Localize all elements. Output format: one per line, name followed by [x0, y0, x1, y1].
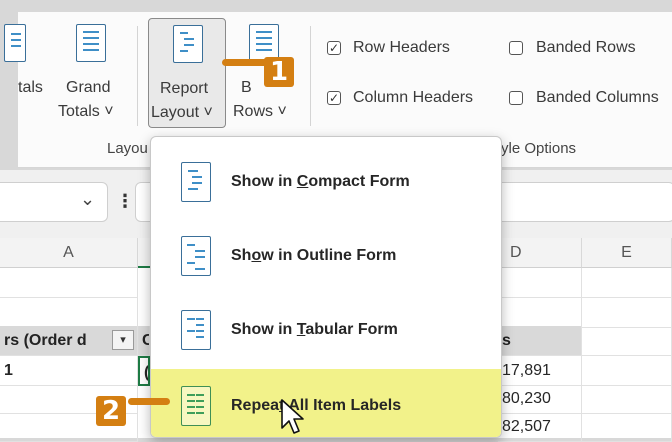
ribbon-separator: [310, 26, 311, 126]
repeat-labels-icon: [181, 386, 211, 426]
grid-cell[interactable]: [582, 298, 672, 328]
banded-columns-label: Banded Columns: [536, 89, 659, 106]
column-headers-label: Column Headers: [353, 89, 474, 106]
pivot-header-cell[interactable]: C: [138, 326, 150, 356]
menu-item-compact-form[interactable]: Show in Compact Form: [151, 145, 501, 219]
name-box[interactable]: ⌄: [0, 182, 108, 222]
grand-totals-label-1: Grand: [66, 79, 111, 96]
pivot-row-header-label: rs (Order d: [4, 332, 87, 349]
blank-rows-label-2: Rows ˅: [233, 103, 287, 120]
grid-cell[interactable]: [582, 268, 672, 298]
grid-cell[interactable]: [498, 268, 582, 298]
callout-arrow-2: [128, 398, 170, 405]
grid-cell[interactable]: [0, 298, 138, 328]
more-options-icon[interactable]: ⋮: [116, 191, 134, 212]
banded-columns-checkbox[interactable]: Banded Columns: [509, 88, 672, 110]
subtotals-label[interactable]: tals: [18, 79, 43, 97]
filter-dropdown-icon[interactable]: ▾: [112, 330, 134, 350]
grand-totals-label-2: Totals ˅: [58, 103, 114, 120]
grid-cell[interactable]: [498, 298, 582, 328]
grand-totals-button[interactable]: Grand Totals ˅: [58, 76, 126, 126]
row-label-cell[interactable]: 1: [0, 356, 138, 386]
grid-cell[interactable]: [0, 268, 138, 298]
grid-cell[interactable]: [582, 384, 672, 414]
layout-group-label: Layou: [107, 140, 148, 157]
menu-item-outline-form[interactable]: Show in Outline Form: [151, 219, 501, 293]
column-headers-checkbox[interactable]: ✓ Column Headers: [327, 88, 497, 110]
ribbon-separator: [137, 26, 138, 126]
subtotals-icon: [4, 24, 26, 62]
grid-cell[interactable]: [582, 356, 672, 386]
active-cell[interactable]: (: [138, 356, 150, 386]
menu-item-repeat-all-item-labels[interactable]: Repeat All Item Labels: [151, 369, 501, 437]
column-headers-check: ✓: [327, 91, 341, 105]
menu-item-tabular-form[interactable]: Show in Tabular Form: [151, 293, 501, 367]
mouse-pointer-icon: [281, 399, 304, 434]
callout-badge-1: 1: [264, 57, 294, 87]
report-layout-button[interactable]: Report Layout ˅: [148, 18, 226, 128]
column-header-a[interactable]: A: [0, 238, 138, 268]
outline-form-label: Show in Outline Form: [231, 247, 397, 264]
grid-cell[interactable]: [582, 326, 672, 356]
column-header-d[interactable]: D: [498, 238, 582, 268]
row-headers-checkbox[interactable]: ✓ Row Headers: [327, 38, 477, 60]
style-options-group-label: yle Options: [501, 140, 577, 157]
banded-rows-label: Banded Rows: [536, 39, 636, 56]
report-layout-label-1: Report: [160, 80, 209, 97]
repeat-labels-label: Repeat All Item Labels: [231, 397, 402, 414]
report-layout-icon: [173, 25, 203, 63]
report-layout-label-2: Layout ˅: [151, 104, 213, 121]
row-headers-check: ✓: [327, 41, 341, 55]
blank-rows-label-1: B: [241, 79, 252, 96]
banded-rows-check: [509, 41, 523, 55]
report-layout-menu: Show in Compact Form Show in Outline For…: [150, 136, 502, 438]
value-cell[interactable]: 80,230: [498, 384, 582, 414]
tabular-form-icon: [181, 310, 211, 350]
name-box-dropdown-icon[interactable]: ⌄: [80, 189, 95, 210]
callout-badge-2: 2: [96, 396, 126, 426]
grand-totals-icon: [76, 24, 106, 62]
value-cell[interactable]: 17,891: [498, 356, 582, 386]
row-headers-label: Row Headers: [353, 39, 450, 56]
callout-arrow-1: [222, 59, 268, 66]
banded-columns-check: [509, 91, 523, 105]
banded-rows-checkbox[interactable]: Banded Rows: [509, 38, 659, 60]
outline-form-icon: [181, 236, 211, 276]
pivot-values-header-cell[interactable]: s: [498, 326, 582, 356]
compact-form-icon: [181, 162, 211, 202]
tabular-form-label: Show in Tabular Form: [231, 321, 398, 338]
column-header-e[interactable]: E: [582, 238, 672, 268]
compact-form-label: Show in Compact Form: [231, 173, 410, 190]
